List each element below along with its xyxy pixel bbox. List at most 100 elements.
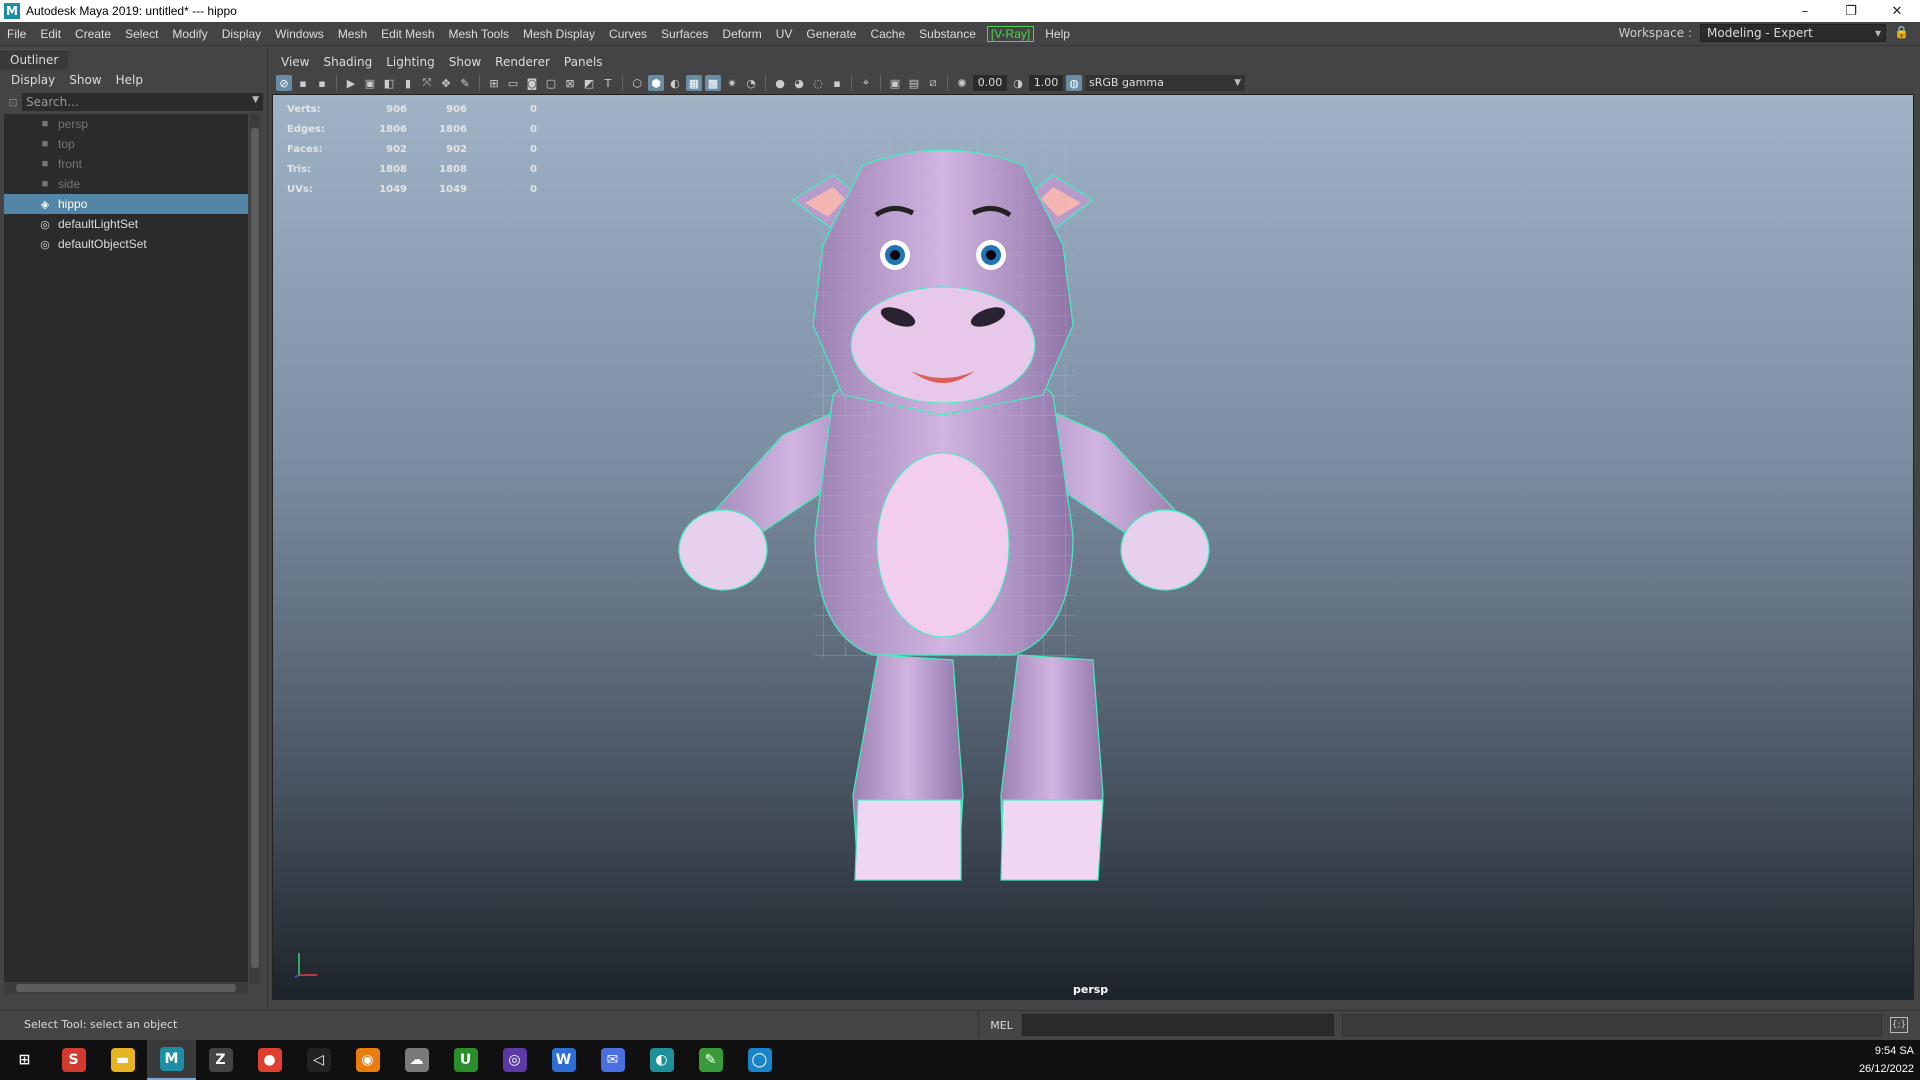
zbrush-icon[interactable]: Z xyxy=(196,1040,245,1080)
hippo-model[interactable] xyxy=(273,95,1914,1000)
windows-start-icon[interactable]: ⊞ xyxy=(0,1040,49,1080)
gamma-field[interactable]: 1.00 xyxy=(1029,75,1063,91)
isolate-select-icon[interactable]: ⌖ xyxy=(858,75,874,91)
menu-deform[interactable]: Deform xyxy=(715,27,768,41)
maya-icon[interactable]: M xyxy=(147,1040,196,1080)
3d-viewport[interactable]: Verts: 906 906 0 Edges: 1806 1806 0 Face… xyxy=(272,94,1914,1000)
marmoset-icon[interactable]: ◐ xyxy=(637,1040,686,1080)
wireframe-icon[interactable]: ⬡ xyxy=(629,75,645,91)
smooth-shade-icon[interactable]: ⬢ xyxy=(648,75,664,91)
script-language-toggle[interactable]: MEL xyxy=(978,1011,1024,1039)
menu-uv[interactable]: UV xyxy=(769,27,800,41)
menu-surfaces[interactable]: Surfaces xyxy=(654,27,715,41)
safe-title-icon[interactable]: T xyxy=(600,75,616,91)
ambient-occlusion-icon[interactable]: ● xyxy=(772,75,788,91)
file-explorer-icon[interactable]: ▬ xyxy=(98,1040,147,1080)
anti-aliasing-icon[interactable]: ◌ xyxy=(810,75,826,91)
lights-icon[interactable]: ✷ xyxy=(724,75,740,91)
panel-menu-panels[interactable]: Panels xyxy=(557,55,610,69)
outliner-menu-help[interactable]: Help xyxy=(109,73,150,87)
menu-windows[interactable]: Windows xyxy=(268,27,331,41)
menu-file[interactable]: File xyxy=(0,27,33,41)
resolution-gate-icon[interactable]: ◙ xyxy=(524,75,540,91)
pencil-icon[interactable]: ✎ xyxy=(457,75,473,91)
panel-menu-shading[interactable]: Shading xyxy=(316,55,379,69)
camera-move-icon[interactable]: ⤧ xyxy=(419,75,435,91)
menu-create[interactable]: Create xyxy=(68,27,118,41)
command-input[interactable] xyxy=(1022,1014,1334,1036)
panel-menu-lighting[interactable]: Lighting xyxy=(379,55,442,69)
menu-mesh-tools[interactable]: Mesh Tools xyxy=(442,27,516,41)
camera-attributes-icon[interactable]: ▶ xyxy=(343,75,359,91)
backface-culling-icon[interactable]: ⧄ xyxy=(925,75,941,91)
minimize-button[interactable]: – xyxy=(1782,0,1828,22)
outliner-item-front[interactable]: ■ front xyxy=(4,154,248,174)
outliner-item-persp[interactable]: ■ persp xyxy=(4,114,248,134)
grease-pencil-icon[interactable]: ▮ xyxy=(400,75,416,91)
safe-action-icon[interactable]: ◩ xyxy=(581,75,597,91)
select-camera-icon[interactable]: ⊘ xyxy=(276,75,292,91)
outliner-horizontal-scrollbar[interactable] xyxy=(4,982,248,994)
outliner-title[interactable]: Outliner xyxy=(0,48,69,70)
lock-icon[interactable]: 🔒 xyxy=(1894,25,1909,41)
panel-menu-renderer[interactable]: Renderer xyxy=(488,55,557,69)
scrollbar-thumb[interactable] xyxy=(16,984,236,992)
green-app-icon[interactable]: ✎ xyxy=(686,1040,735,1080)
exposure-icon[interactable]: ✺ xyxy=(954,75,970,91)
menu-mesh-display[interactable]: Mesh Display xyxy=(516,27,602,41)
xray-icon[interactable]: ▣ xyxy=(887,75,903,91)
messenger-icon[interactable]: ✉ xyxy=(588,1040,637,1080)
panel-menu-show[interactable]: Show xyxy=(442,55,488,69)
xray-joints-icon[interactable]: ▤ xyxy=(906,75,922,91)
menu-display[interactable]: Display xyxy=(215,27,268,41)
outliner-menu-display[interactable]: Display xyxy=(4,73,62,87)
view-transform-dropdown[interactable]: sRGB gamma ▼ xyxy=(1085,75,1245,91)
menu-vray[interactable]: [V-Ray] xyxy=(986,25,1035,42)
menu-generate[interactable]: Generate xyxy=(799,27,863,41)
menu-select[interactable]: Select xyxy=(118,27,165,41)
menu-curves[interactable]: Curves xyxy=(602,27,654,41)
lock-camera-icon[interactable]: ▪ xyxy=(295,75,311,91)
menu-edit-mesh[interactable]: Edit Mesh xyxy=(374,27,441,41)
close-button[interactable]: ✕ xyxy=(1874,0,1920,22)
outliner-item-top[interactable]: ■ top xyxy=(4,134,248,154)
menu-mesh[interactable]: Mesh xyxy=(331,27,374,41)
menu-cache[interactable]: Cache xyxy=(863,27,912,41)
panel-menu-view[interactable]: View xyxy=(274,55,316,69)
app-icon-red[interactable]: S xyxy=(49,1040,98,1080)
w-app-icon[interactable]: W xyxy=(539,1040,588,1080)
system-clock[interactable]: 9:54 SA 26/12/2022 xyxy=(1859,1042,1914,1078)
cloud-app-icon[interactable]: ☁ xyxy=(392,1040,441,1080)
outliner-item-side[interactable]: ■ side xyxy=(4,174,248,194)
menu-edit[interactable]: Edit xyxy=(33,27,68,41)
field-chart-icon[interactable]: ⊠ xyxy=(562,75,578,91)
script-editor-icon[interactable]: {;} xyxy=(1890,1017,1908,1033)
workspace-dropdown[interactable]: Modeling - Expert ▾ xyxy=(1700,24,1886,42)
image-plane-icon[interactable]: ▣ xyxy=(362,75,378,91)
textured-icon[interactable]: ▩ xyxy=(705,75,721,91)
color-management-icon[interactable]: ◍ xyxy=(1066,75,1082,91)
bookmark-icon[interactable]: ▪ xyxy=(314,75,330,91)
outliner-item-defaultlightset[interactable]: ◎ defaultLightSet xyxy=(4,214,248,234)
2d-pan-zoom-icon[interactable]: ◧ xyxy=(381,75,397,91)
shadows-icon[interactable]: ◔ xyxy=(743,75,759,91)
film-gate-icon[interactable]: ▭ xyxy=(505,75,521,91)
steam-icon[interactable]: ◯ xyxy=(735,1040,784,1080)
outliner-menu-show[interactable]: Show xyxy=(62,73,108,87)
chrome-icon[interactable]: ● xyxy=(245,1040,294,1080)
scrollbar-thumb[interactable] xyxy=(251,128,259,968)
grid-icon[interactable]: ⊞ xyxy=(486,75,502,91)
upwork-icon[interactable]: U xyxy=(441,1040,490,1080)
unity-icon[interactable]: ◁ xyxy=(294,1040,343,1080)
menu-help[interactable]: Help xyxy=(1038,27,1077,41)
exposure-field[interactable]: 0.00 xyxy=(973,75,1007,91)
outliner-item-hippo[interactable]: ◈ hippo xyxy=(4,194,248,214)
blender-icon[interactable]: ◉ xyxy=(343,1040,392,1080)
menu-substance[interactable]: Substance xyxy=(912,27,983,41)
gate-mask-icon[interactable]: ▢ xyxy=(543,75,559,91)
default-material-icon[interactable]: ◐ xyxy=(667,75,683,91)
motion-blur-icon[interactable]: ◕ xyxy=(791,75,807,91)
outliner-vertical-scrollbar[interactable] xyxy=(250,114,260,984)
gamma-icon[interactable]: ◑ xyxy=(1010,75,1026,91)
outliner-search-input[interactable]: Search... ▼ xyxy=(22,93,263,111)
